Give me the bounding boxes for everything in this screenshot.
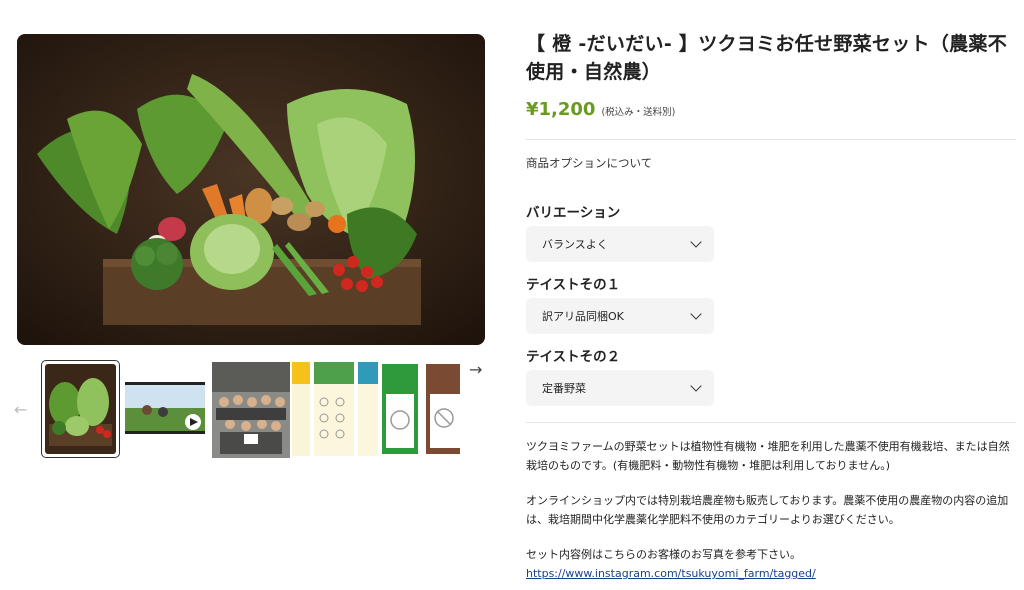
price: ¥1,200 [526,99,596,120]
thumbnail-group-photo[interactable] [212,362,290,458]
thumbnail-size-chart[interactable] [314,362,354,456]
option-label-taste-2: テイストその２ [526,349,621,365]
thumbnail-info-card[interactable] [292,362,310,456]
taste-2-select-value: 定番野菜 [542,382,586,395]
thumbnail-size-chart-2[interactable] [358,362,378,456]
product-title: 【 橙 -だいだい- 】ツクヨミお任せ野菜セット（農薬不使用・自然農） [526,33,1008,83]
variation-select[interactable]: バランスよく [526,226,714,262]
divider [526,139,1016,140]
option-label-variation: バリエーション [526,205,621,221]
chevron-down-icon [690,380,702,392]
taste-1-select-value: 訳アリ品同梱OK [542,310,624,323]
product-options-info-link[interactable]: 商品オプションについて [526,155,652,171]
description-paragraph-2: オンラインショップ内では特別栽培農産物も販売しております。農薬不使用の農産物の内… [526,494,1009,526]
thumbnail-green-card[interactable] [382,364,418,454]
main-product-image[interactable] [17,34,485,345]
chevron-down-icon [690,236,702,248]
divider [526,422,1016,423]
thumbnail-brown-card[interactable] [426,364,460,454]
chevron-down-icon [690,308,702,320]
thumbnail-gallery: ← → [0,360,500,460]
instagram-link[interactable]: https://www.instagram.com/tsukuyomi_farm… [526,567,816,580]
taste-1-select[interactable]: 訳アリ品同梱OK [526,298,714,334]
option-label-taste-1: テイストその１ [526,277,621,293]
price-row: ¥1,200 (税込み・送料別) [526,99,675,120]
price-tax-note: (税込み・送料別) [601,107,676,118]
description-paragraph-3: セット内容例はこちらのお客様のお写真を参考下さい。 [526,548,801,561]
thumbnail-vegetable-box[interactable] [41,360,120,458]
taste-2-select[interactable]: 定番野菜 [526,370,714,406]
arrow-left-icon[interactable]: ← [14,400,27,419]
thumbnail-video-farm[interactable] [125,382,205,434]
description-paragraph-1: ツクヨミファームの野菜セットは植物性有機物・堆肥を利用した農薬不使用有機栽培、ま… [526,440,1010,472]
thumbnail-strip-overflow [292,362,460,456]
variation-select-value: バランスよく [542,238,608,251]
